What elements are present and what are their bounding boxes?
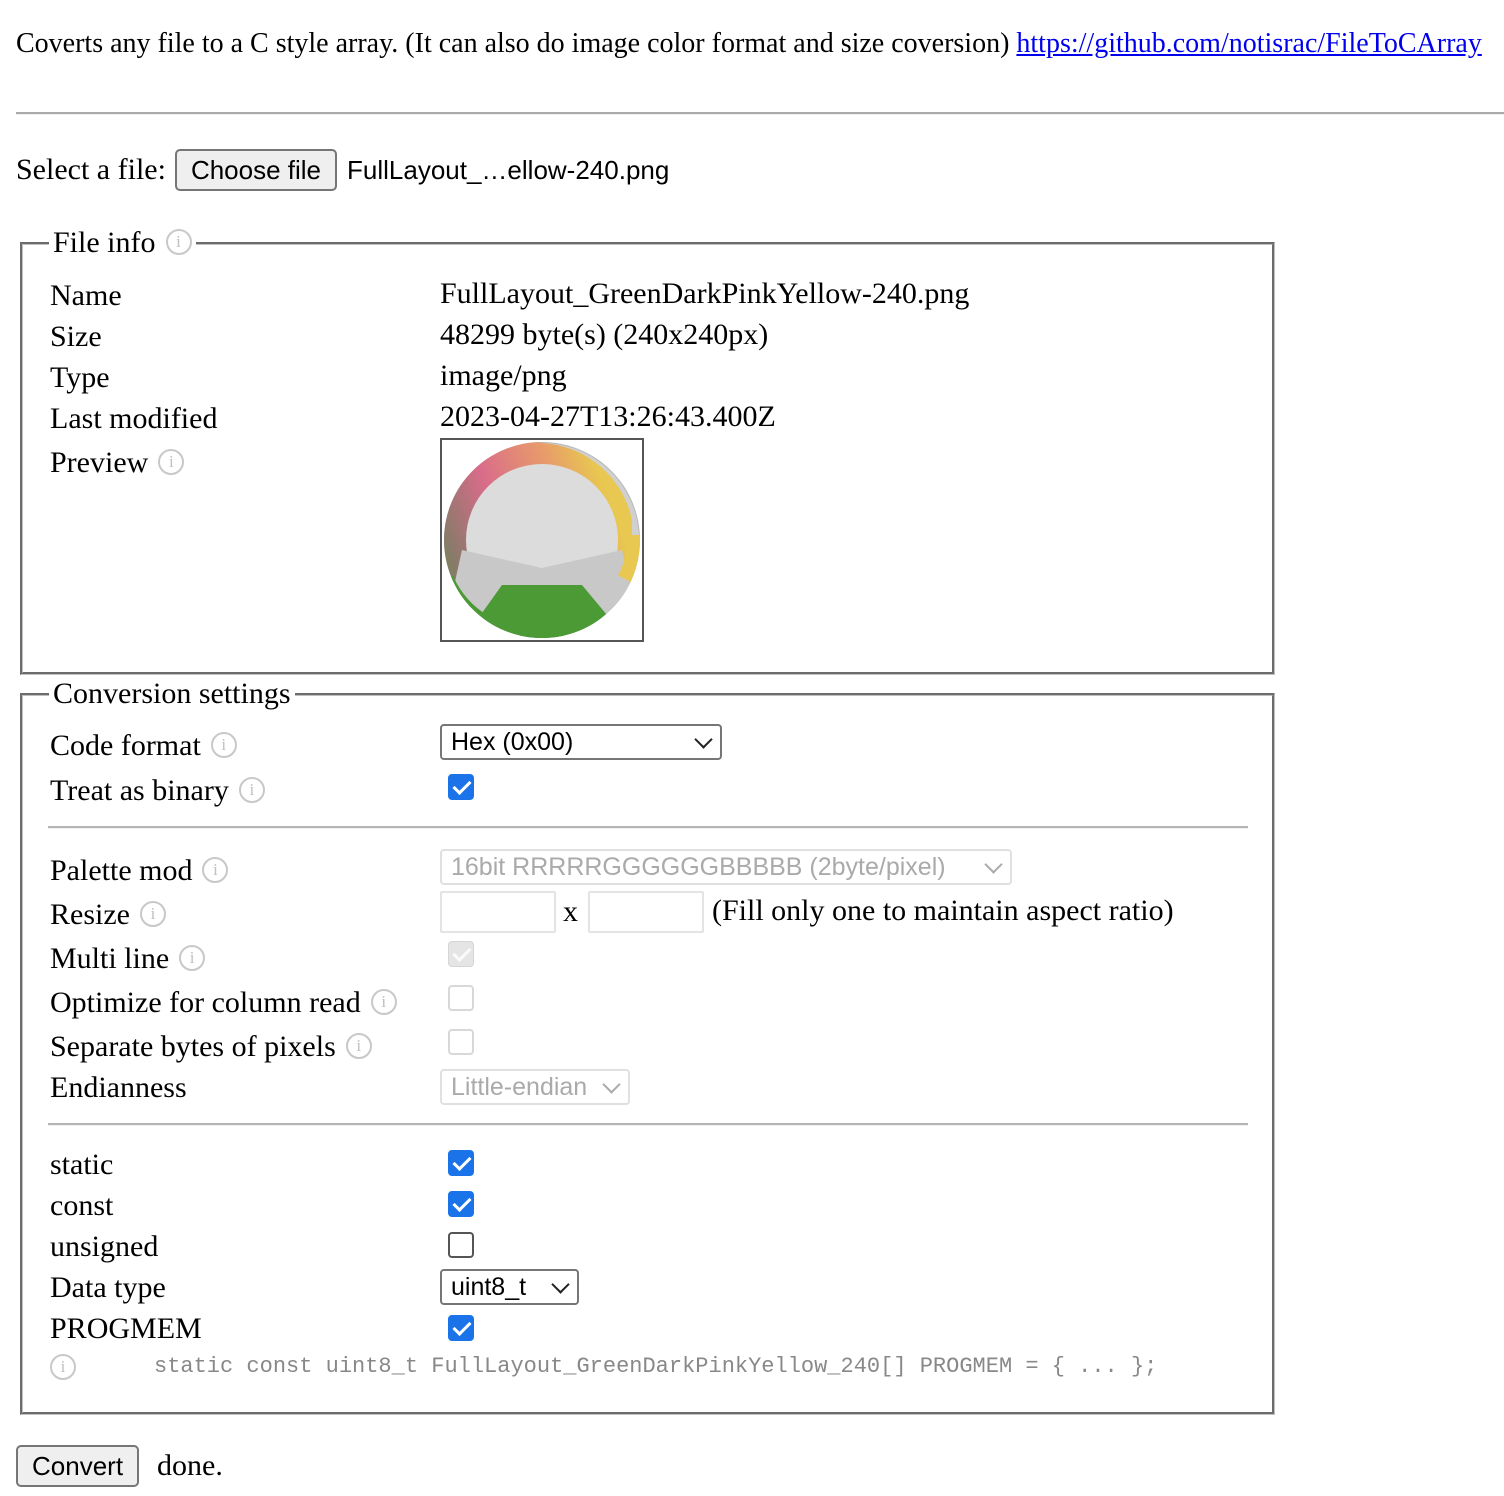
unsigned-label: unsigned	[50, 1230, 159, 1263]
multi-line-checkbox[interactable]	[448, 941, 474, 967]
name-value: FullLayout_GreenDarkPinkYellow-240.png	[440, 277, 970, 310]
progmem-label: PROGMEM	[50, 1312, 202, 1345]
info-icon[interactable]: i	[345, 1033, 372, 1060]
static-checkbox[interactable]	[448, 1150, 474, 1176]
code-format-label: Code format	[50, 729, 201, 762]
info-icon[interactable]: i	[202, 857, 229, 884]
resize-row: Resize i	[50, 895, 166, 935]
const-label: const	[50, 1189, 114, 1222]
file-select-row: Select a file: Choose file FullLayout_…e…	[16, 148, 669, 192]
last-modified-label: Last modified	[50, 402, 218, 435]
preview-image	[440, 438, 644, 642]
chevron-down-icon	[984, 855, 1003, 874]
chevron-down-icon	[694, 730, 713, 749]
palette-mod-row: Palette mod i	[50, 851, 229, 891]
choose-file-button[interactable]: Choose file	[174, 149, 338, 191]
size-value: 48299 byte(s) (240x240px)	[440, 318, 769, 351]
separate-bytes-label: Separate bytes of pixels	[50, 1030, 336, 1063]
endianness-label: Endianness	[50, 1071, 187, 1104]
data-type-label: Data type	[50, 1271, 166, 1304]
last-modified-value: 2023-04-27T13:26:43.400Z	[440, 400, 776, 433]
code-format-select[interactable]: Hex (0x00)	[440, 724, 722, 760]
static-label: static	[50, 1148, 114, 1181]
resize-x-separator: x	[563, 895, 578, 928]
preview-row: Preview i	[50, 443, 185, 483]
settings-divider	[48, 1123, 1248, 1126]
info-icon[interactable]: i	[50, 1354, 76, 1381]
file-info-legend-text: File info	[53, 226, 156, 259]
resize-label: Resize	[50, 898, 130, 931]
declaration-info: i	[40, 1348, 76, 1388]
name-label: Name	[50, 279, 122, 312]
top-divider	[16, 112, 1504, 115]
github-link[interactable]: https://github.com/notisrac/FileToCArray	[1016, 28, 1481, 59]
info-icon[interactable]: i	[158, 449, 185, 476]
endianness-select[interactable]: Little-endian	[440, 1069, 630, 1105]
size-label: Size	[50, 320, 102, 353]
code-format-row: Code format i	[50, 726, 237, 766]
const-checkbox[interactable]	[448, 1191, 474, 1217]
status-text: done.	[157, 1449, 223, 1482]
chosen-file-name: FullLayout_…ellow-240.png	[347, 154, 670, 185]
chevron-down-icon	[551, 1275, 570, 1294]
unsigned-checkbox[interactable]	[448, 1232, 474, 1258]
optimize-column-checkbox[interactable]	[448, 985, 474, 1011]
info-icon[interactable]: i	[210, 732, 237, 759]
resize-width-input[interactable]	[440, 891, 556, 933]
resize-height-input[interactable]	[588, 891, 704, 933]
array-declaration-preview: static const uint8_t FullLayout_GreenDar…	[154, 1354, 1158, 1379]
conversion-settings-legend: Conversion settings	[53, 677, 291, 710]
chevron-down-icon	[602, 1075, 621, 1094]
info-icon[interactable]: i	[179, 945, 206, 972]
code-format-value: Hex (0x00)	[451, 728, 574, 756]
intro-description: Coverts any file to a C style array. (It…	[16, 28, 1010, 59]
separate-bytes-row: Separate bytes of pixels i	[50, 1027, 372, 1067]
treat-as-binary-checkbox[interactable]	[448, 774, 474, 800]
intro-text: Coverts any file to a C style array. (It…	[16, 28, 1482, 60]
info-icon[interactable]: i	[370, 989, 397, 1016]
resize-hint: (Fill only one to maintain aspect ratio)	[712, 894, 1174, 927]
info-icon[interactable]: i	[139, 901, 166, 928]
data-type-value: uint8_t	[451, 1273, 527, 1301]
preview-label: Preview	[50, 446, 149, 479]
type-value: image/png	[440, 359, 567, 392]
treat-as-binary-label: Treat as binary	[50, 774, 229, 807]
treat-as-binary-row: Treat as binary i	[50, 771, 265, 811]
optimize-column-label: Optimize for column read	[50, 986, 361, 1019]
separate-bytes-checkbox[interactable]	[448, 1029, 474, 1055]
convert-row: Convert done.	[16, 1444, 223, 1488]
file-info-legend: File info i	[49, 226, 196, 260]
optimize-column-row: Optimize for column read i	[50, 983, 397, 1023]
settings-divider	[48, 826, 1248, 829]
type-label: Type	[50, 361, 110, 394]
multi-line-label: Multi line	[50, 942, 170, 975]
progmem-checkbox[interactable]	[448, 1315, 474, 1341]
info-icon[interactable]: i	[165, 229, 192, 256]
palette-mod-label: Palette mod	[50, 854, 193, 887]
info-icon[interactable]: i	[238, 777, 265, 804]
multi-line-row: Multi line i	[50, 939, 206, 979]
palette-mod-value: 16bit RRRRRGGGGGGBBBBB (2byte/pixel)	[451, 853, 946, 881]
data-type-select[interactable]: uint8_t	[440, 1269, 579, 1305]
endianness-value: Little-endian	[451, 1073, 588, 1101]
convert-button[interactable]: Convert	[16, 1445, 140, 1487]
palette-mod-select[interactable]: 16bit RRRRRGGGGGGBBBBB (2byte/pixel)	[440, 849, 1012, 885]
file-select-label: Select a file:	[16, 153, 166, 186]
gauge-preview-graphic	[444, 442, 640, 638]
